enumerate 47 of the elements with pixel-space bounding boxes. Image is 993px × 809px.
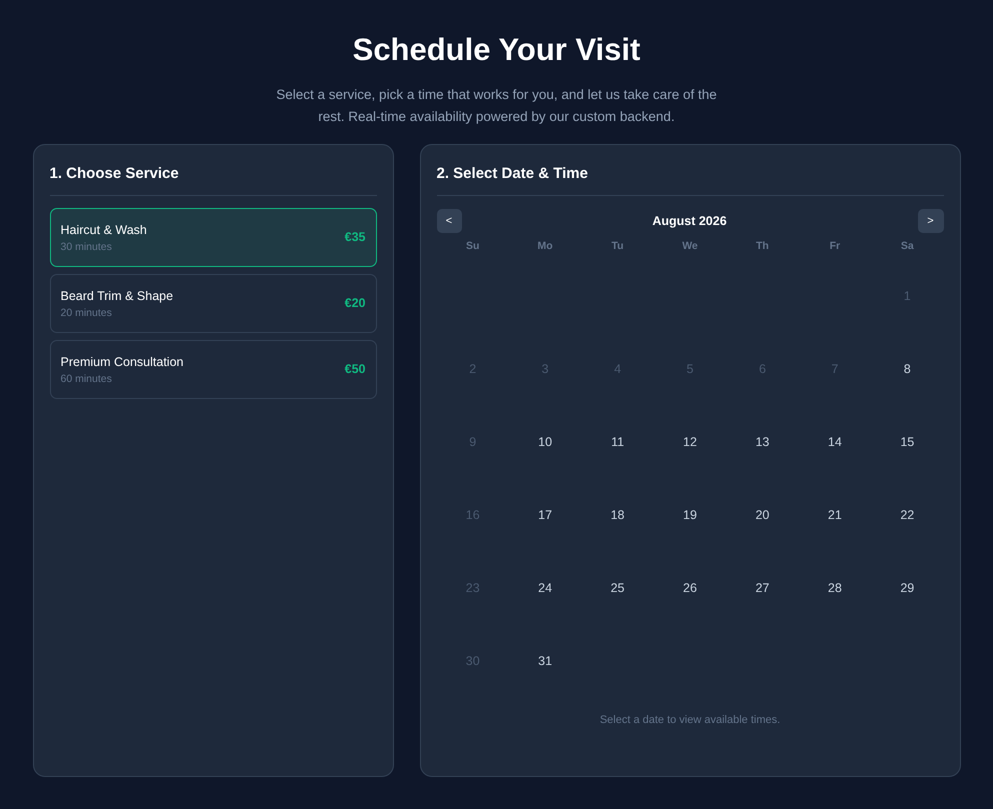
calendar-day[interactable]: 31 [534, 652, 556, 671]
calendar-day[interactable]: 8 [900, 360, 915, 379]
service-name: Premium Consultation [60, 354, 184, 370]
weekday-label: We [682, 239, 698, 254]
service-price: €50 [344, 361, 366, 378]
service-duration: 60 minutes [60, 372, 113, 386]
page-subtitle: Select a service, pick a time that works for you, and let us take care of the rest. Real-time availability powered by our custom backend. [275, 86, 718, 126]
service-duration: 20 minutes [60, 306, 113, 320]
calendar-day[interactable]: 19 [679, 506, 701, 525]
calendar-day[interactable]: 20 [751, 506, 774, 525]
calendar-day[interactable]: 11 [607, 433, 628, 452]
weekday-label: Mo [538, 239, 553, 254]
page-title: Schedule Your Visit [352, 31, 640, 69]
panel-title: 1. Choose Service [50, 164, 376, 196]
weekday-label: Fr [830, 239, 840, 254]
calendar-day[interactable]: 15 [896, 433, 918, 452]
calendar-day[interactable]: 14 [824, 433, 846, 452]
panel-title: 2. Select Date & Time [436, 164, 944, 196]
calendar-day[interactable]: 22 [896, 506, 918, 525]
service-option[interactable]: Premium Consultation 60 minutes €50 [50, 340, 376, 399]
date-hint: Select a date to view available times. [598, 713, 782, 728]
calendar-day[interactable]: 13 [751, 433, 774, 452]
service-duration: 30 minutes [60, 240, 113, 254]
calendar-day[interactable]: 18 [606, 506, 629, 525]
service-name: Haircut & Wash [60, 222, 147, 238]
calendar-day[interactable]: 24 [534, 579, 556, 598]
next-month-button[interactable]: > [918, 209, 944, 233]
calendar-day[interactable]: 29 [896, 579, 918, 598]
weekday-label: Su [466, 239, 480, 254]
service-price: €35 [344, 229, 366, 246]
service-name: Beard Trim & Shape [60, 288, 174, 304]
weekday-label: Tu [612, 239, 624, 254]
calendar-day[interactable]: 21 [824, 506, 846, 525]
service-option[interactable]: Haircut & Wash 30 minutes €35 [50, 208, 376, 267]
month-label: August 2026 [652, 212, 727, 230]
service-option[interactable]: Beard Trim & Shape 20 minutes €20 [50, 274, 376, 333]
weekday-label: Th [756, 239, 769, 254]
calendar-day[interactable]: 27 [751, 579, 774, 598]
previous-month-button[interactable]: < [436, 209, 462, 233]
calendar-day[interactable]: 17 [534, 506, 556, 525]
calendar-day[interactable]: 26 [679, 579, 701, 598]
calendar-day[interactable]: 28 [824, 579, 846, 598]
weekday-label: Sa [900, 239, 914, 254]
service-price: €20 [344, 295, 366, 312]
calendar-day[interactable]: 10 [534, 433, 556, 452]
calendar-day[interactable]: 12 [679, 433, 701, 452]
calendar-day[interactable]: 25 [606, 579, 629, 598]
